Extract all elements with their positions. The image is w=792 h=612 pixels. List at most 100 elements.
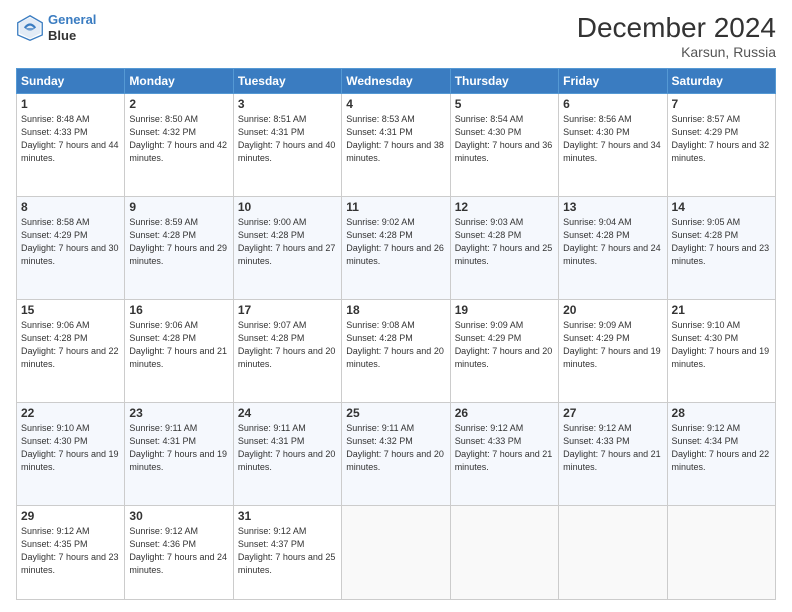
logo: General Blue: [16, 12, 96, 43]
day-number: 17: [238, 303, 337, 317]
day-number: 26: [455, 406, 554, 420]
calendar-table: SundayMondayTuesdayWednesdayThursdayFrid…: [16, 68, 776, 600]
day-number: 9: [129, 200, 228, 214]
logo-text: General Blue: [48, 12, 96, 43]
cell-info: Sunrise: 9:10 AMSunset: 4:30 PMDaylight:…: [672, 319, 771, 371]
cell-info: Sunrise: 9:00 AMSunset: 4:28 PMDaylight:…: [238, 216, 337, 268]
cell-info: Sunrise: 9:06 AMSunset: 4:28 PMDaylight:…: [129, 319, 228, 371]
logo-line2: Blue: [48, 28, 96, 44]
calendar-cell: 18 Sunrise: 9:08 AMSunset: 4:28 PMDaylig…: [342, 299, 450, 402]
cell-info: Sunrise: 9:06 AMSunset: 4:28 PMDaylight:…: [21, 319, 120, 371]
day-number: 12: [455, 200, 554, 214]
calendar-cell: 31 Sunrise: 9:12 AMSunset: 4:37 PMDaylig…: [233, 505, 341, 599]
calendar-cell: 10 Sunrise: 9:00 AMSunset: 4:28 PMDaylig…: [233, 196, 341, 299]
calendar-cell: 12 Sunrise: 9:03 AMSunset: 4:28 PMDaylig…: [450, 196, 558, 299]
week-row-4: 22 Sunrise: 9:10 AMSunset: 4:30 PMDaylig…: [17, 402, 776, 505]
calendar-cell: 13 Sunrise: 9:04 AMSunset: 4:28 PMDaylig…: [559, 196, 667, 299]
cell-info: Sunrise: 8:56 AMSunset: 4:30 PMDaylight:…: [563, 113, 662, 165]
day-number: 5: [455, 97, 554, 111]
weekday-thursday: Thursday: [450, 69, 558, 94]
day-number: 3: [238, 97, 337, 111]
day-number: 14: [672, 200, 771, 214]
calendar-cell: 7 Sunrise: 8:57 AMSunset: 4:29 PMDayligh…: [667, 94, 775, 197]
calendar-body: 1 Sunrise: 8:48 AMSunset: 4:33 PMDayligh…: [17, 94, 776, 600]
calendar-cell: 22 Sunrise: 9:10 AMSunset: 4:30 PMDaylig…: [17, 402, 125, 505]
calendar-cell: 25 Sunrise: 9:11 AMSunset: 4:32 PMDaylig…: [342, 402, 450, 505]
cell-info: Sunrise: 9:12 AMSunset: 4:36 PMDaylight:…: [129, 525, 228, 577]
calendar-cell: 23 Sunrise: 9:11 AMSunset: 4:31 PMDaylig…: [125, 402, 233, 505]
day-number: 6: [563, 97, 662, 111]
cell-info: Sunrise: 9:12 AMSunset: 4:34 PMDaylight:…: [672, 422, 771, 474]
day-number: 29: [21, 509, 120, 523]
calendar-cell: 28 Sunrise: 9:12 AMSunset: 4:34 PMDaylig…: [667, 402, 775, 505]
day-number: 31: [238, 509, 337, 523]
week-row-1: 1 Sunrise: 8:48 AMSunset: 4:33 PMDayligh…: [17, 94, 776, 197]
weekday-sunday: Sunday: [17, 69, 125, 94]
calendar-cell: 30 Sunrise: 9:12 AMSunset: 4:36 PMDaylig…: [125, 505, 233, 599]
month-title: December 2024: [577, 12, 776, 44]
calendar-cell: 5 Sunrise: 8:54 AMSunset: 4:30 PMDayligh…: [450, 94, 558, 197]
calendar-cell: 21 Sunrise: 9:10 AMSunset: 4:30 PMDaylig…: [667, 299, 775, 402]
calendar-cell: 6 Sunrise: 8:56 AMSunset: 4:30 PMDayligh…: [559, 94, 667, 197]
day-number: 10: [238, 200, 337, 214]
day-number: 25: [346, 406, 445, 420]
cell-info: Sunrise: 9:10 AMSunset: 4:30 PMDaylight:…: [21, 422, 120, 474]
weekday-friday: Friday: [559, 69, 667, 94]
calendar-cell: [342, 505, 450, 599]
weekday-monday: Monday: [125, 69, 233, 94]
cell-info: Sunrise: 9:03 AMSunset: 4:28 PMDaylight:…: [455, 216, 554, 268]
calendar-cell: 15 Sunrise: 9:06 AMSunset: 4:28 PMDaylig…: [17, 299, 125, 402]
cell-info: Sunrise: 9:11 AMSunset: 4:32 PMDaylight:…: [346, 422, 445, 474]
cell-info: Sunrise: 9:09 AMSunset: 4:29 PMDaylight:…: [563, 319, 662, 371]
weekday-saturday: Saturday: [667, 69, 775, 94]
location: Karsun, Russia: [577, 44, 776, 60]
week-row-5: 29 Sunrise: 9:12 AMSunset: 4:35 PMDaylig…: [17, 505, 776, 599]
day-number: 23: [129, 406, 228, 420]
day-number: 28: [672, 406, 771, 420]
cell-info: Sunrise: 9:12 AMSunset: 4:37 PMDaylight:…: [238, 525, 337, 577]
page: General Blue December 2024 Karsun, Russi…: [0, 0, 792, 612]
calendar-cell: [559, 505, 667, 599]
calendar-cell: 1 Sunrise: 8:48 AMSunset: 4:33 PMDayligh…: [17, 94, 125, 197]
day-number: 15: [21, 303, 120, 317]
calendar-cell: 20 Sunrise: 9:09 AMSunset: 4:29 PMDaylig…: [559, 299, 667, 402]
cell-info: Sunrise: 9:11 AMSunset: 4:31 PMDaylight:…: [129, 422, 228, 474]
calendar-cell: 14 Sunrise: 9:05 AMSunset: 4:28 PMDaylig…: [667, 196, 775, 299]
calendar-cell: 2 Sunrise: 8:50 AMSunset: 4:32 PMDayligh…: [125, 94, 233, 197]
cell-info: Sunrise: 9:08 AMSunset: 4:28 PMDaylight:…: [346, 319, 445, 371]
day-number: 22: [21, 406, 120, 420]
cell-info: Sunrise: 8:50 AMSunset: 4:32 PMDaylight:…: [129, 113, 228, 165]
cell-info: Sunrise: 9:02 AMSunset: 4:28 PMDaylight:…: [346, 216, 445, 268]
header: General Blue December 2024 Karsun, Russi…: [16, 12, 776, 60]
cell-info: Sunrise: 8:59 AMSunset: 4:28 PMDaylight:…: [129, 216, 228, 268]
cell-info: Sunrise: 8:51 AMSunset: 4:31 PMDaylight:…: [238, 113, 337, 165]
calendar-cell: 4 Sunrise: 8:53 AMSunset: 4:31 PMDayligh…: [342, 94, 450, 197]
weekday-tuesday: Tuesday: [233, 69, 341, 94]
cell-info: Sunrise: 8:58 AMSunset: 4:29 PMDaylight:…: [21, 216, 120, 268]
weekday-wednesday: Wednesday: [342, 69, 450, 94]
weekday-header-row: SundayMondayTuesdayWednesdayThursdayFrid…: [17, 69, 776, 94]
title-block: December 2024 Karsun, Russia: [577, 12, 776, 60]
cell-info: Sunrise: 9:05 AMSunset: 4:28 PMDaylight:…: [672, 216, 771, 268]
cell-info: Sunrise: 9:11 AMSunset: 4:31 PMDaylight:…: [238, 422, 337, 474]
day-number: 27: [563, 406, 662, 420]
week-row-3: 15 Sunrise: 9:06 AMSunset: 4:28 PMDaylig…: [17, 299, 776, 402]
cell-info: Sunrise: 8:53 AMSunset: 4:31 PMDaylight:…: [346, 113, 445, 165]
day-number: 30: [129, 509, 228, 523]
day-number: 7: [672, 97, 771, 111]
day-number: 16: [129, 303, 228, 317]
calendar-cell: 29 Sunrise: 9:12 AMSunset: 4:35 PMDaylig…: [17, 505, 125, 599]
calendar-cell: 11 Sunrise: 9:02 AMSunset: 4:28 PMDaylig…: [342, 196, 450, 299]
day-number: 11: [346, 200, 445, 214]
calendar-cell: 17 Sunrise: 9:07 AMSunset: 4:28 PMDaylig…: [233, 299, 341, 402]
calendar-cell: 26 Sunrise: 9:12 AMSunset: 4:33 PMDaylig…: [450, 402, 558, 505]
day-number: 4: [346, 97, 445, 111]
day-number: 19: [455, 303, 554, 317]
cell-info: Sunrise: 8:54 AMSunset: 4:30 PMDaylight:…: [455, 113, 554, 165]
cell-info: Sunrise: 9:07 AMSunset: 4:28 PMDaylight:…: [238, 319, 337, 371]
cell-info: Sunrise: 9:12 AMSunset: 4:33 PMDaylight:…: [455, 422, 554, 474]
day-number: 13: [563, 200, 662, 214]
calendar-cell: 3 Sunrise: 8:51 AMSunset: 4:31 PMDayligh…: [233, 94, 341, 197]
calendar-cell: 19 Sunrise: 9:09 AMSunset: 4:29 PMDaylig…: [450, 299, 558, 402]
cell-info: Sunrise: 9:12 AMSunset: 4:33 PMDaylight:…: [563, 422, 662, 474]
